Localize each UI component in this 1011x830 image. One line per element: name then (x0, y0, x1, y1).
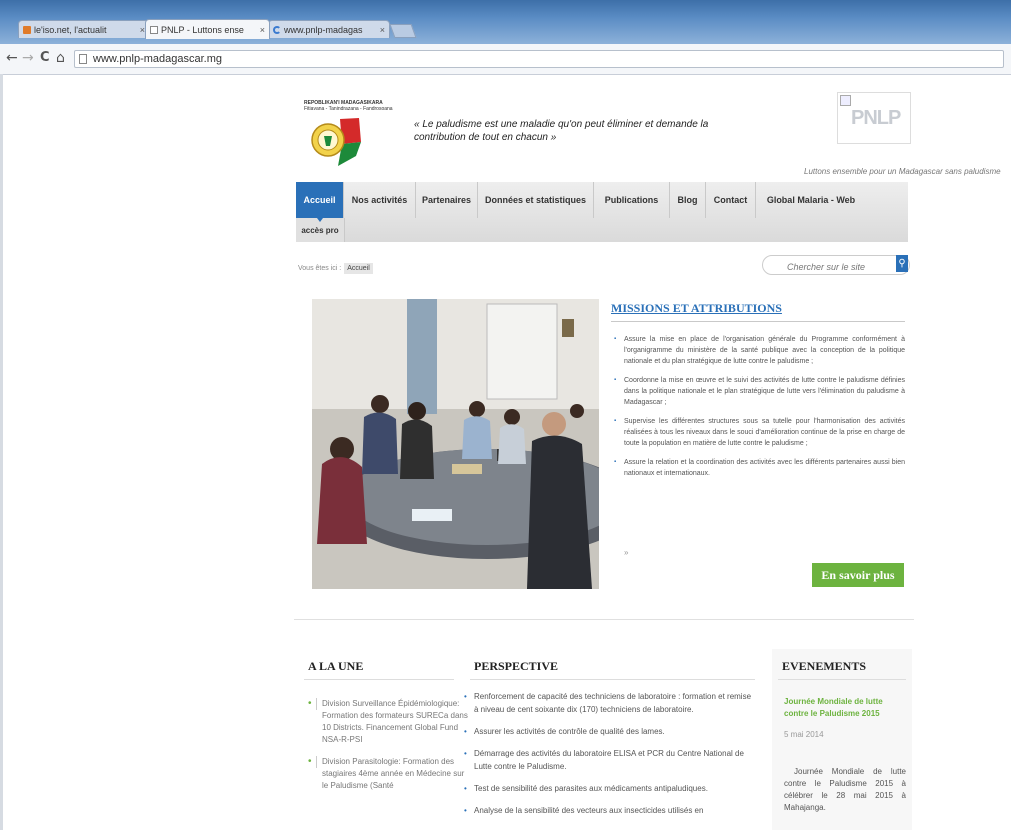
list-item: Coordonne la mise en œuvre et le suivi d… (614, 375, 905, 408)
ministry-logo[interactable] (306, 114, 364, 170)
nav-item-publications[interactable]: Publications (594, 182, 670, 218)
url-text: www.pnlp-madagascar.mg (93, 53, 223, 65)
list-item: Test de sensibilité des parasites aux mé… (464, 782, 754, 795)
browser-tab-2[interactable]: PNLP - Luttons ense × (145, 19, 270, 39)
divider (611, 321, 905, 322)
read-more-button[interactable]: En savoir plus (812, 563, 904, 587)
search-icon[interactable]: ⚲ (896, 255, 908, 272)
slogan-text: « Le paludisme est une maladie qu'on peu… (414, 119, 709, 143)
event-date: 5 mai 2014 (784, 730, 824, 739)
favicon-icon (23, 25, 31, 34)
divider (470, 679, 755, 680)
list-item: Assure la mise en place de l'organisatio… (614, 334, 905, 367)
list-item: Assurer les activités de contrôle de qua… (464, 725, 754, 738)
website: REPOBLIKAN'I MADAGASIKARA Fitiavana - Ta… (284, 74, 1011, 830)
pnlp-logo[interactable]: PNLP (837, 92, 911, 144)
nav-item-global-malaria[interactable]: Global Malaria - Web (756, 182, 866, 218)
missions-tail: » (624, 548, 629, 557)
breadcrumb-prefix: Vous êtes ici : (298, 265, 342, 272)
nav-item-donnees[interactable]: Données et statistiques (478, 182, 594, 218)
list-item: Analyse de la sensibilité des vecteurs a… (464, 804, 754, 817)
breadcrumb: Vous êtes ici : Accueil (298, 263, 373, 274)
list-item: Assure la relation et la coordination de… (614, 457, 905, 479)
meeting-photo (312, 299, 599, 589)
republic-label: REPOBLIKAN'I MADAGASIKARA Fitiavana - Ta… (304, 100, 393, 112)
tab-label: PNLP - Luttons ense (161, 24, 244, 35)
browser-tab-3[interactable]: www.pnlp-madagas × (268, 20, 390, 38)
pnlp-logo-text: PNLP (851, 107, 901, 129)
list-item[interactable]: Division Parasitologie: Formation des st… (308, 756, 468, 792)
page-icon (79, 54, 87, 64)
divider (778, 679, 906, 680)
caret-down-icon (317, 218, 323, 222)
broken-image-icon (840, 95, 851, 106)
new-tab-button[interactable] (389, 24, 417, 38)
nav-item-contact[interactable]: Contact (706, 182, 756, 218)
event-title[interactable]: Journée Mondiale de lutte contre le Palu… (784, 696, 904, 720)
nav-item-accueil[interactable]: Accueil (296, 182, 344, 218)
republic-motto: Fitiavana - Tanindrazana - Fandrosoana (304, 106, 393, 112)
a-la-une-list: Division Surveillance Épidémiologique: F… (308, 698, 468, 802)
missions-list: Assure la mise en place de l'organisatio… (614, 334, 905, 487)
divider (304, 679, 454, 680)
reload-button[interactable]: C (40, 50, 50, 65)
perspective-title: PERSPECTIVE (474, 659, 559, 673)
list-item: Démarrage des activités du laboratoire E… (464, 747, 754, 773)
page-icon (150, 25, 158, 34)
list-item: Supervise les différentes structures sou… (614, 416, 905, 449)
list-item: Renforcement de capacité des techniciens… (464, 690, 754, 716)
search-input[interactable] (762, 255, 910, 275)
browser-tab-1[interactable]: le'iso.net, l'actualit × (18, 20, 150, 38)
loading-icon (273, 25, 281, 34)
window-edge (0, 74, 3, 830)
main-nav: Accueil Nos activités Partenaires Donnée… (296, 182, 908, 242)
perspective-list: Renforcement de capacité des techniciens… (464, 690, 754, 826)
nav-item-partenaires[interactable]: Partenaires (416, 182, 478, 218)
close-tab-icon[interactable]: × (137, 25, 145, 35)
tab-label: le'iso.net, l'actualit (34, 24, 107, 35)
list-item[interactable]: Division Surveillance Épidémiologique: F… (308, 698, 468, 746)
forward-button[interactable]: → (22, 50, 34, 66)
close-tab-icon[interactable]: × (257, 25, 265, 35)
home-button[interactable]: ⌂ (56, 50, 65, 66)
nav-item-nos-activites[interactable]: Nos activités (344, 182, 416, 218)
divider (294, 619, 914, 620)
tab-label: www.pnlp-madagas (284, 24, 363, 35)
nav-item-blog[interactable]: Blog (670, 182, 706, 218)
breadcrumb-current[interactable]: Accueil (344, 263, 373, 274)
a-la-une-title: A LA UNE (308, 659, 364, 673)
missions-title[interactable]: MISSIONS ET ATTRIBUTIONS (611, 301, 782, 316)
close-tab-icon[interactable]: × (377, 25, 385, 35)
evenements-title: EVENEMENTS (782, 659, 867, 673)
tagline: Luttons ensemble pour un Madagascar sans… (804, 167, 1001, 176)
back-button[interactable]: ← (6, 50, 18, 66)
url-input[interactable]: www.pnlp-madagascar.mg (74, 50, 1004, 68)
event-text: Journée Mondiale de lutte contre le Palu… (784, 767, 906, 812)
